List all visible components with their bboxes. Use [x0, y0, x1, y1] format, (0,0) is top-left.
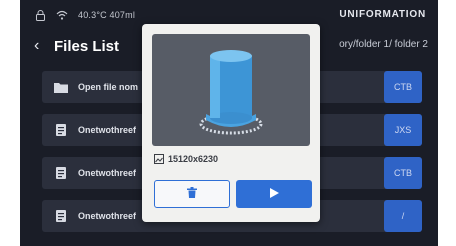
- back-icon[interactable]: ‹: [34, 37, 44, 55]
- temperature-readout: 40.3°C 407ml: [78, 10, 136, 20]
- file-type-badge: CTB: [384, 157, 422, 189]
- lock-icon: [34, 9, 46, 21]
- file-icon: [54, 209, 68, 223]
- resolution-info: 15120x6230: [154, 154, 218, 164]
- file-name: Onetwothreef: [78, 211, 137, 221]
- file-name: Onetwothreef: [78, 168, 137, 178]
- cylinder-model-image: [199, 50, 263, 135]
- file-name: Open file nom: [78, 82, 139, 92]
- file-preview-dialog: 15120x6230: [142, 24, 320, 222]
- resolution-text: 15120x6230: [168, 154, 219, 164]
- file-type-badge: JXS: [384, 114, 422, 146]
- file-icon: [54, 166, 68, 180]
- play-icon: [269, 185, 279, 203]
- wifi-icon: [56, 9, 68, 21]
- file-icon: [54, 123, 68, 137]
- print-button[interactable]: [236, 180, 312, 208]
- delete-button[interactable]: [154, 180, 230, 208]
- folder-icon: [54, 80, 68, 94]
- breadcrumb: ory/folder 1/ folder 2: [339, 39, 428, 50]
- file-name: Onetwothreef: [78, 125, 137, 135]
- file-type-badge: /: [384, 200, 422, 232]
- page-title: Files List: [54, 37, 120, 55]
- brand-logo: UNIFORMATION: [339, 9, 426, 20]
- trash-icon: [187, 185, 197, 203]
- image-icon: [154, 154, 164, 164]
- file-type-badge: CTB: [384, 71, 422, 103]
- model-preview: [152, 34, 310, 146]
